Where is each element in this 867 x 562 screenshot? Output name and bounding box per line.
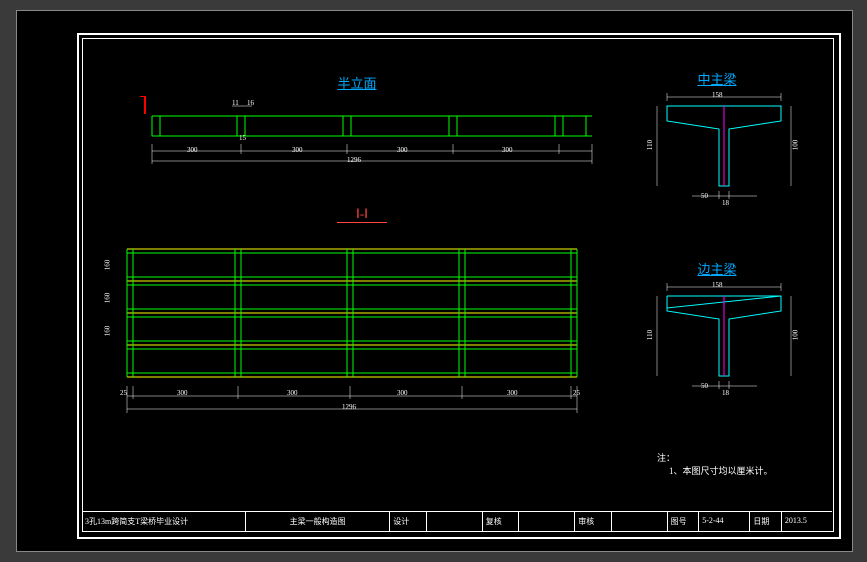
note-block: 注： 1、本图尺寸均以厘米计。 xyxy=(657,451,773,477)
plan-row2: 160 xyxy=(103,293,111,304)
elev-sp2: 300 xyxy=(292,146,303,154)
mb-bot: 50 xyxy=(701,192,708,200)
dim-small15: 15 xyxy=(239,134,246,142)
plan-sp2: 300 xyxy=(287,389,298,397)
tb-sheet: 5-2-44 xyxy=(699,512,750,531)
tb-approve: 审核 xyxy=(575,512,611,531)
elevation-title: 半立面 xyxy=(317,73,397,92)
mb-top: 158 xyxy=(712,91,723,99)
note-label: 注： xyxy=(657,451,773,464)
tb-sheet-label: 图号 xyxy=(668,512,700,531)
tb-check-v xyxy=(519,512,575,531)
plan-e2: 25 xyxy=(573,389,580,397)
note-line1: 1、本图尺寸均以厘米计。 xyxy=(657,464,773,477)
elevation-view xyxy=(137,96,597,176)
dim-top1: 11 xyxy=(232,99,239,107)
cad-frame: 半立面 11 16 15 300 300 300 300 1296 xyxy=(16,10,853,552)
elev-sp1: 300 xyxy=(187,146,198,154)
plan-total: 1296 xyxy=(342,403,356,411)
mb-web: 18 xyxy=(722,199,729,207)
sb-top: 158 xyxy=(712,281,723,289)
title-block: 3孔13m跨简支T梁桥毕业设计 主梁一般构造图 设计 复核 审核 图号 5-2-… xyxy=(82,511,832,531)
tb-design: 设计 xyxy=(390,512,426,531)
tb-approve-v xyxy=(612,512,668,531)
plan-sp4: 300 xyxy=(507,389,518,397)
plan-row3: 160 xyxy=(103,326,111,337)
plan-sp1: 300 xyxy=(177,389,188,397)
sb-rh: 100 xyxy=(791,330,799,341)
elev-sp3: 300 xyxy=(397,146,408,154)
sb-web: 18 xyxy=(722,389,729,397)
mb-h: 110 xyxy=(646,140,654,150)
mb-rh: 100 xyxy=(791,140,799,151)
dim-top2: 16 xyxy=(247,99,254,107)
section-title: Ⅰ-Ⅰ xyxy=(337,206,387,223)
tb-date: 2013.5 xyxy=(782,512,832,531)
sb-bot: 50 xyxy=(701,382,708,390)
tb-date-label: 日期 xyxy=(750,512,782,531)
mid-beam-title: 中主梁 xyxy=(687,69,747,88)
plan-sp3: 300 xyxy=(397,389,408,397)
side-beam-title: 边主梁 xyxy=(687,259,747,278)
elev-total: 1296 xyxy=(347,156,361,164)
tb-drawing: 主梁一般构造图 xyxy=(246,512,390,531)
plan-e1: 25 xyxy=(120,389,127,397)
tb-project: 3孔13m跨简支T梁桥毕业设计 xyxy=(82,512,246,531)
tb-design-v xyxy=(427,512,483,531)
elev-sp4: 300 xyxy=(502,146,513,154)
tb-check: 复核 xyxy=(483,512,519,531)
plan-row1: 160 xyxy=(103,260,111,271)
side-beam-section xyxy=(647,281,802,401)
mid-beam-section xyxy=(647,91,802,211)
sb-h: 110 xyxy=(646,330,654,340)
